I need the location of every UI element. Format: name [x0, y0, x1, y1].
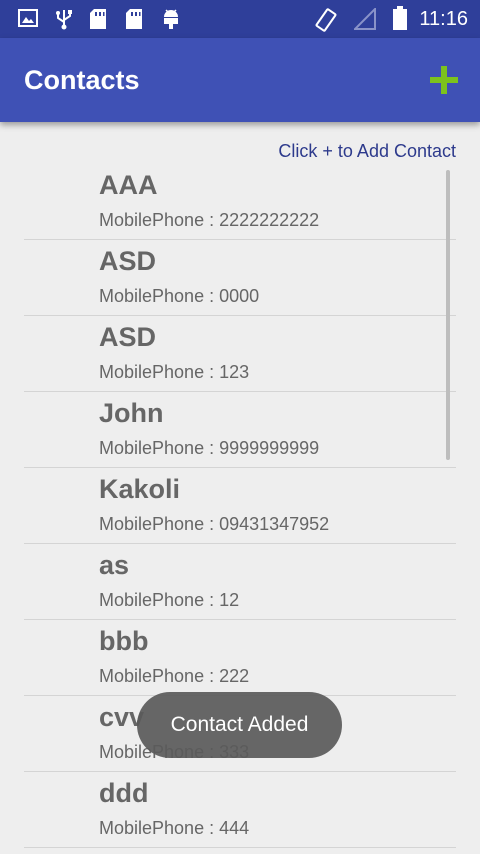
sd-card-icon [126, 9, 142, 29]
list-item[interactable]: Kakoli MobilePhone : 09431347952 [24, 468, 456, 544]
contact-phone: MobilePhone : 12 [99, 590, 240, 610]
scrollbar[interactable] [446, 170, 450, 460]
add-contact-button[interactable] [430, 66, 458, 94]
list-item[interactable]: ddd MobilePhone : 444 [24, 772, 456, 848]
battery-icon [393, 6, 407, 30]
signal-icon [354, 8, 376, 30]
list-item[interactable]: ASD MobilePhone : 0000 [24, 240, 456, 316]
contact-phone: MobilePhone : 9999999999 [99, 438, 320, 458]
contact-name: ASD [99, 246, 157, 276]
contact-name: AAA [99, 170, 158, 200]
contact-name: bbb [99, 626, 149, 656]
list-item[interactable]: ASD MobilePhone : 123 [24, 316, 456, 392]
list-item[interactable]: AAA MobilePhone : 2222222222 [24, 164, 456, 240]
contact-name: Kakoli [99, 474, 181, 504]
add-contact-hint: Click + to Add Contact [278, 141, 456, 161]
list-item[interactable]: John MobilePhone : 9999999999 [24, 392, 456, 468]
contact-name: ASD [99, 322, 157, 352]
toast-message: Contact Added [137, 692, 342, 758]
contact-name: John [99, 398, 164, 428]
list-item[interactable]: bbb MobilePhone : 222 [24, 620, 456, 696]
contact-phone: MobilePhone : 222 [99, 666, 250, 686]
page-title: Contacts [24, 65, 140, 95]
contact-phone: MobilePhone : 09431347952 [99, 514, 330, 534]
android-debug-icon [164, 9, 178, 29]
usb-icon [56, 10, 72, 30]
app-bar: Contacts [0, 38, 480, 122]
contact-phone: MobilePhone : 123 [99, 362, 250, 382]
contact-phone: MobilePhone : 444 [99, 818, 250, 838]
contact-name: ddd [99, 778, 149, 808]
screen-rotate-icon [315, 8, 337, 32]
plus-icon [430, 66, 458, 94]
contact-phone: MobilePhone : 2222222222 [99, 210, 320, 230]
list-item[interactable]: as MobilePhone : 12 [24, 544, 456, 620]
status-time: 11:16 [419, 8, 468, 30]
sd-card-icon [90, 9, 106, 29]
contact-phone: MobilePhone : 0000 [99, 286, 260, 306]
status-bar: 11:16 [0, 0, 480, 38]
contact-name: as [99, 550, 130, 580]
image-icon [18, 9, 38, 27]
